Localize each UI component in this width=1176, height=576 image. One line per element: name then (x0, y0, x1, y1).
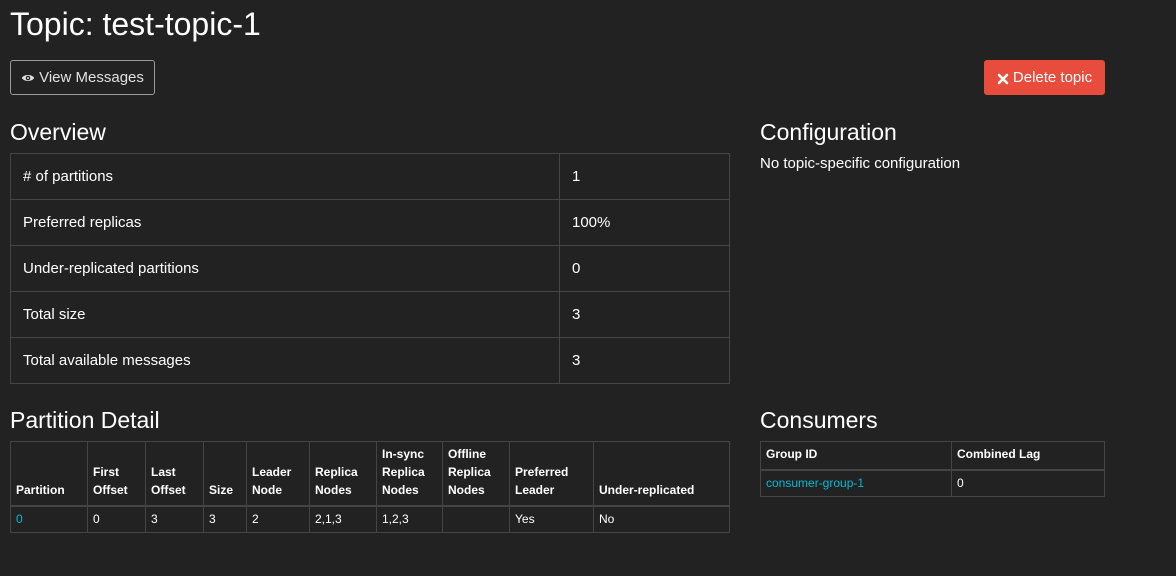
delete-topic-label: Delete topic (1012, 69, 1093, 86)
partition-cell: 0 (10, 505, 88, 533)
column-header-first-offset[interactable]: First Offset (87, 441, 146, 506)
consumers-table: Group ID Combined Lag consumer-group-1 0 (760, 441, 1105, 497)
page-title: Topic: test-topic-1 (10, 6, 261, 42)
column-header-partition[interactable]: Partition (10, 441, 88, 506)
delete-topic-button[interactable]: Delete topic (984, 60, 1105, 95)
table-row: 0 0 3 3 2 2,1,3 1,2,3 Yes No (10, 505, 730, 533)
under-replicated-cell: No (593, 505, 730, 533)
overview-title: Overview (10, 119, 106, 145)
overview-value: 0 (559, 245, 730, 292)
overview-label: Under-replicated partitions (10, 245, 560, 292)
configuration-title: Configuration (760, 119, 897, 145)
overview-label: # of partitions (10, 153, 560, 200)
table-header-row: Partition First Offset Last Offset Size … (10, 441, 730, 506)
group-id-cell: consumer-group-1 (760, 469, 952, 497)
overview-label: Preferred replicas (10, 199, 560, 246)
combined-lag-cell: 0 (951, 469, 1105, 497)
column-header-under-replicated[interactable]: Under-replicated (593, 441, 730, 506)
table-header-row: Group ID Combined Lag (760, 441, 1105, 470)
column-header-last-offset[interactable]: Last Offset (145, 441, 204, 506)
overview-value: 3 (559, 291, 730, 338)
topic-page: Topic: test-topic-1 View Messages Delete… (0, 0, 1176, 576)
overview-label: Total size (10, 291, 560, 338)
table-row: Total size 3 (10, 291, 730, 338)
consumers-title: Consumers (760, 407, 878, 433)
preferred-leader-cell: Yes (509, 505, 594, 533)
eye-icon (21, 71, 35, 85)
column-header-group-id[interactable]: Group ID (760, 441, 952, 470)
column-header-preferred-leader[interactable]: Preferred Leader (509, 441, 594, 506)
overview-value: 100% (559, 199, 730, 246)
view-messages-button[interactable]: View Messages (10, 60, 155, 95)
column-header-offline-replica-nodes[interactable]: Offline Replica Nodes (442, 441, 510, 506)
leader-node-cell: 2 (246, 505, 310, 533)
table-row: Under-replicated partitions 0 (10, 245, 730, 292)
column-header-size[interactable]: Size (203, 441, 247, 506)
partition-detail-table: Partition First Offset Last Offset Size … (10, 441, 730, 533)
column-header-insync-replica-nodes[interactable]: In-sync Replica Nodes (376, 441, 443, 506)
table-row: # of partitions 1 (10, 153, 730, 200)
column-header-replica-nodes[interactable]: Replica Nodes (309, 441, 377, 506)
overview-table: # of partitions 1 Preferred replicas 100… (10, 153, 730, 384)
consumer-group-link[interactable]: consumer-group-1 (766, 476, 864, 490)
table-row: Preferred replicas 100% (10, 199, 730, 246)
column-header-leader-node[interactable]: Leader Node (246, 441, 310, 506)
partition-detail-title: Partition Detail (10, 407, 160, 433)
insync-replica-nodes-cell: 1,2,3 (376, 505, 443, 533)
table-row: consumer-group-1 0 (760, 469, 1105, 497)
close-icon (997, 72, 1009, 84)
overview-value: 3 (559, 337, 730, 384)
partition-link[interactable]: 0 (16, 512, 23, 526)
view-messages-label: View Messages (39, 69, 144, 86)
column-header-combined-lag[interactable]: Combined Lag (951, 441, 1105, 470)
replica-nodes-cell: 2,1,3 (309, 505, 377, 533)
configuration-text: No topic-specific configuration (760, 155, 961, 172)
offline-replica-nodes-cell (442, 505, 510, 533)
first-offset-cell: 0 (87, 505, 146, 533)
size-cell: 3 (203, 505, 247, 533)
table-row: Total available messages 3 (10, 337, 730, 384)
overview-value: 1 (559, 153, 730, 200)
last-offset-cell: 3 (145, 505, 204, 533)
overview-label: Total available messages (10, 337, 560, 384)
